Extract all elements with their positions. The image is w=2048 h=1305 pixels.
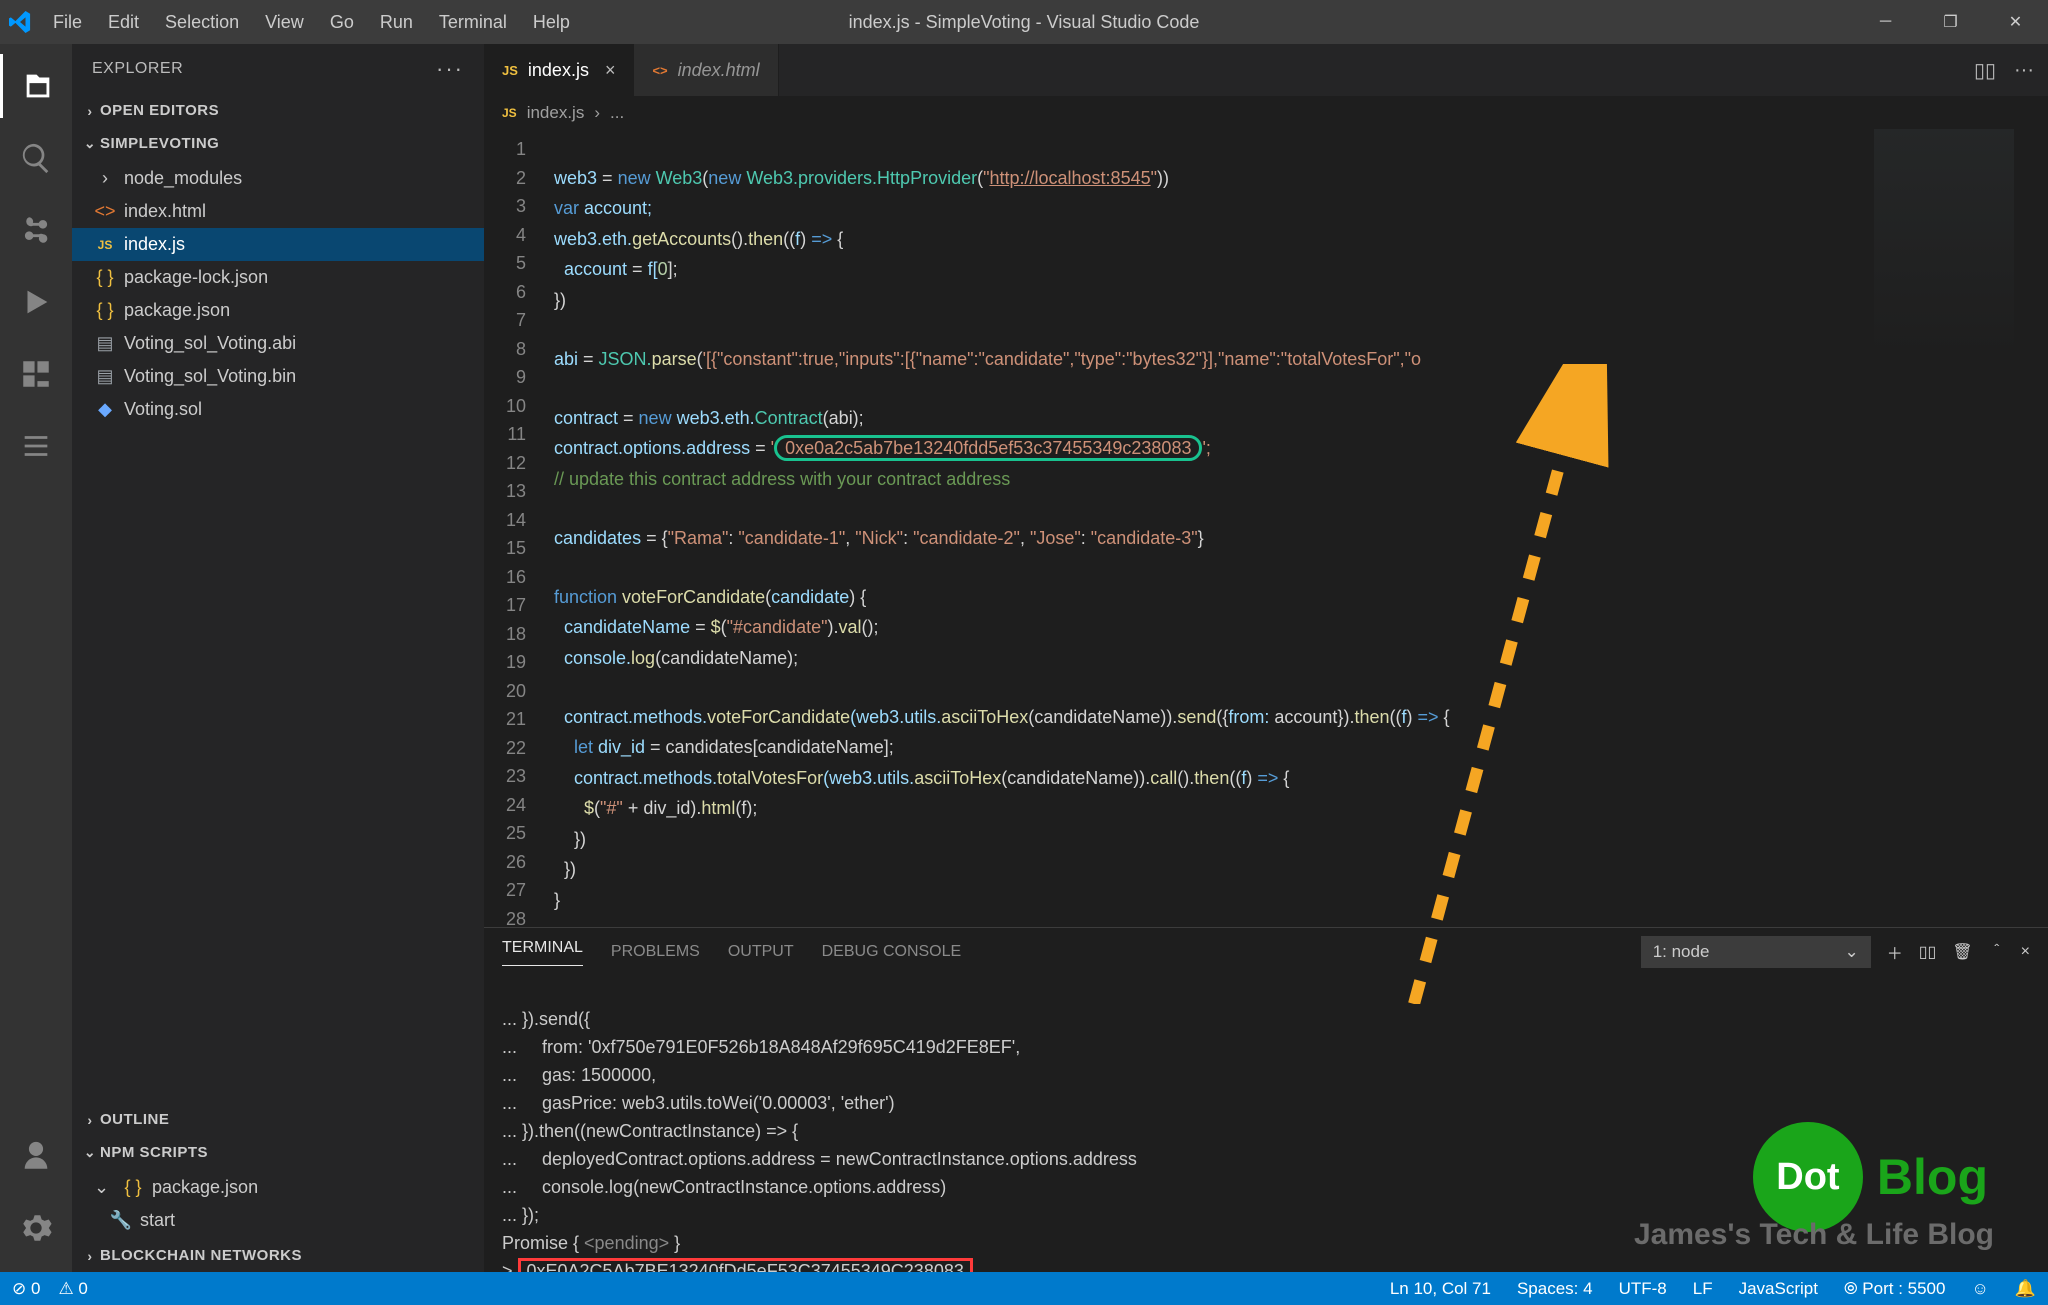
tab-label: index.html (678, 60, 760, 81)
menu-go[interactable]: Go (317, 12, 367, 33)
tree-package-lock[interactable]: { }package-lock.json (72, 261, 484, 294)
tab-index-js[interactable]: JS index.js × (484, 44, 634, 96)
js-file-icon: JS (502, 63, 518, 78)
html-file-icon: <> (94, 201, 116, 222)
status-notifications-icon[interactable]: 🔔 (2015, 1279, 2036, 1299)
tree-voting-bin[interactable]: ▤Voting_sol_Voting.bin (72, 360, 484, 393)
tree-node-modules[interactable]: ›node_modules (72, 162, 484, 195)
editor-area: JS index.js × <> index.html ▯▯ ··· JS in… (484, 44, 2048, 1272)
line-numbers: 1 2 3 4 5 6 7 8 9 10 11 12 13 14 15 16 1… (484, 129, 540, 927)
tree-voting-abi[interactable]: ▤Voting_sol_Voting.abi (72, 327, 484, 360)
tab-label: index.js (528, 60, 589, 81)
settings-gear-icon[interactable] (0, 1196, 72, 1260)
maximize-panel-icon[interactable]: ＾ (1989, 940, 2005, 964)
source-control-icon[interactable] (0, 198, 72, 262)
status-bar: ⊘ 0 ⚠ 0 Ln 10, Col 71 Spaces: 4 UTF-8 LF… (0, 1272, 2048, 1305)
editor-tabs: JS index.js × <> index.html ▯▯ ··· (484, 44, 2048, 96)
menu-terminal[interactable]: Terminal (426, 12, 520, 33)
status-warnings[interactable]: ⚠ 0 (58, 1279, 87, 1299)
code-editor[interactable]: web3 = new Web3(new Web3.providers.HttpP… (540, 129, 2048, 927)
status-eol[interactable]: LF (1693, 1279, 1713, 1299)
minimize-button[interactable]: ─ (1853, 0, 1918, 44)
section-blockchain[interactable]: ›BLOCKCHAIN NETWORKS (72, 1239, 484, 1272)
menu-edit[interactable]: Edit (95, 12, 152, 33)
file-tree: ›node_modules <>index.html JSindex.js { … (72, 160, 484, 428)
status-port[interactable]: ⦾ Port : 5500 (1844, 1279, 1946, 1299)
solidity-file-icon: ◆ (94, 399, 116, 420)
wrench-icon: 🔧 (110, 1210, 132, 1231)
file-icon: ▤ (94, 333, 116, 354)
title-bar: File Edit Selection View Go Run Terminal… (0, 0, 2048, 44)
status-cursor[interactable]: Ln 10, Col 71 (1390, 1279, 1491, 1299)
panel: TERMINAL PROBLEMS OUTPUT DEBUG CONSOLE 1… (484, 927, 2048, 1272)
tree-voting-sol[interactable]: ◆Voting.sol (72, 393, 484, 426)
panel-tab-output[interactable]: OUTPUT (728, 943, 794, 961)
html-file-icon: <> (652, 63, 667, 78)
panel-tab-terminal[interactable]: TERMINAL (502, 939, 583, 966)
js-file-icon: JS (502, 106, 517, 120)
status-lang[interactable]: JavaScript (1739, 1279, 1818, 1299)
tree-index-js[interactable]: JSindex.js (72, 228, 484, 261)
menu-run[interactable]: Run (367, 12, 426, 33)
new-terminal-icon[interactable]: ＋ (1887, 940, 1903, 964)
status-feedback-icon[interactable]: ☺ (1971, 1279, 1988, 1299)
split-terminal-icon[interactable]: ▯▯ (1919, 942, 1937, 962)
terminal-output[interactable]: ... }).send({ ... from: '0xf750e791E0F52… (484, 976, 2048, 1272)
list-icon[interactable] (0, 414, 72, 478)
section-project[interactable]: ⌄SIMPLEVOTING (72, 127, 484, 160)
terminal-select[interactable]: 1: node⌄ (1641, 936, 1871, 968)
section-open-editors[interactable]: ›OPEN EDITORS (72, 94, 484, 127)
terminal-address-highlight: 0xE0A2C5Ab7BE13240fDd5eF53C37455349C2380… (518, 1258, 973, 1272)
kill-terminal-icon[interactable]: 🗑 (1952, 942, 1972, 962)
tab-index-html[interactable]: <> index.html (634, 44, 778, 96)
menu-bar: File Edit Selection View Go Run Terminal… (40, 12, 583, 33)
json-file-icon: { } (122, 1177, 144, 1198)
section-outline[interactable]: ›OUTLINE (72, 1103, 484, 1136)
sidebar-title: EXPLORER (92, 60, 183, 78)
json-file-icon: { } (94, 300, 116, 321)
explorer-icon[interactable] (0, 54, 72, 118)
maximize-button[interactable]: ❐ (1918, 0, 1983, 44)
minimap[interactable] (1874, 129, 2014, 359)
menu-file[interactable]: File (40, 12, 95, 33)
close-button[interactable]: ✕ (1983, 0, 2048, 44)
sidebar-more-icon[interactable]: ··· (436, 56, 464, 82)
menu-help[interactable]: Help (520, 12, 583, 33)
status-spaces[interactable]: Spaces: 4 (1517, 1279, 1593, 1299)
sidebar: EXPLORER ··· ›OPEN EDITORS ⌄SIMPLEVOTING… (72, 44, 484, 1272)
contract-address-highlight: 0xe0a2c5ab7be13240fdd5ef53c37455349c2380… (774, 435, 1202, 461)
panel-tab-problems[interactable]: PROBLEMS (611, 943, 700, 961)
panel-tab-debug[interactable]: DEBUG CONSOLE (822, 943, 962, 961)
npm-start-script[interactable]: 🔧start (72, 1204, 484, 1237)
tree-package-json[interactable]: { }package.json (72, 294, 484, 327)
close-tab-icon[interactable]: × (599, 60, 616, 81)
file-icon: ▤ (94, 366, 116, 387)
json-file-icon: { } (94, 267, 116, 288)
run-debug-icon[interactable] (0, 270, 72, 334)
menu-selection[interactable]: Selection (152, 12, 252, 33)
menu-view[interactable]: View (252, 12, 317, 33)
extensions-icon[interactable] (0, 342, 72, 406)
breadcrumbs[interactable]: JS index.js › ... (484, 96, 2048, 129)
activity-bar (0, 44, 72, 1272)
js-file-icon: JS (94, 238, 116, 252)
more-actions-icon[interactable]: ··· (2014, 59, 2034, 82)
search-icon[interactable] (0, 126, 72, 190)
chevron-right-icon: › (94, 168, 116, 189)
section-npm-scripts[interactable]: ⌄NPM SCRIPTS (72, 1136, 484, 1169)
status-encoding[interactable]: UTF-8 (1619, 1279, 1667, 1299)
tree-index-html[interactable]: <>index.html (72, 195, 484, 228)
npm-package-json[interactable]: ⌄{ }package.json (72, 1171, 484, 1204)
close-panel-icon[interactable]: × (2021, 943, 2030, 961)
status-errors[interactable]: ⊘ 0 (12, 1279, 40, 1299)
accounts-icon[interactable] (0, 1124, 72, 1188)
vscode-icon (0, 11, 40, 33)
chevron-down-icon: ⌄ (1844, 942, 1858, 962)
split-editor-icon[interactable]: ▯▯ (1974, 58, 1996, 83)
window-title: index.js - SimpleVoting - Visual Studio … (849, 12, 1200, 33)
